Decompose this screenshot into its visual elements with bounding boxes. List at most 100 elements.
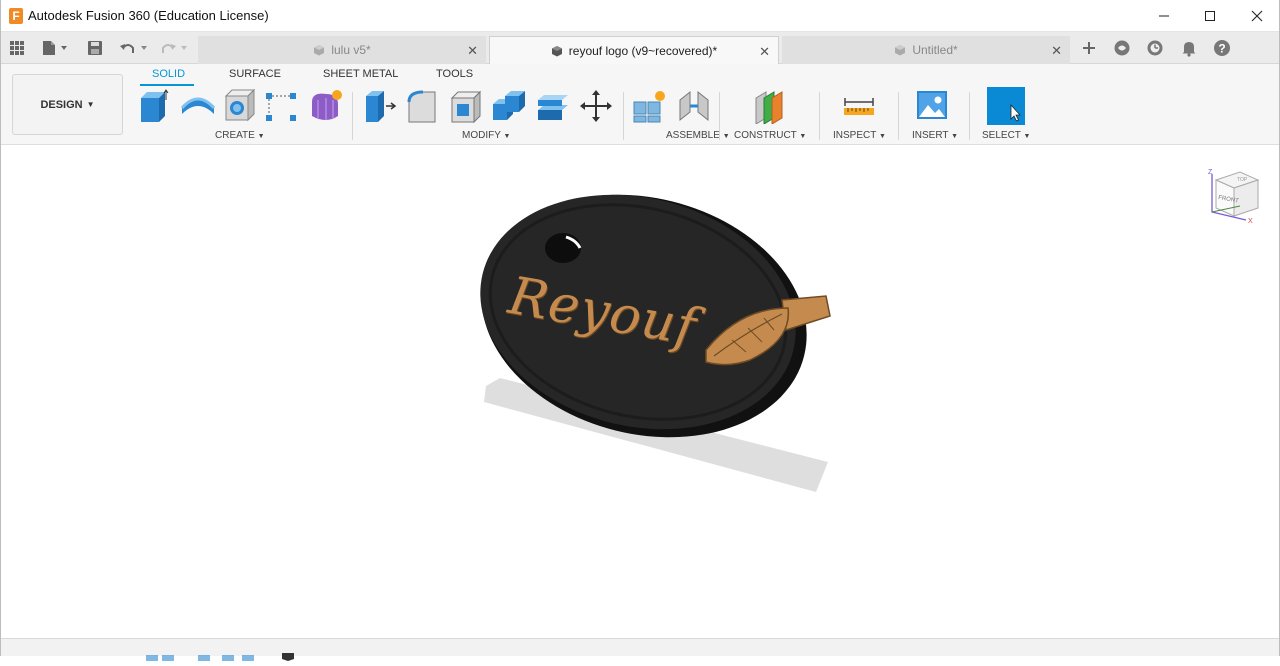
notifications-icon[interactable]: [1180, 38, 1198, 58]
construction-plane-icon: [755, 91, 783, 125]
select-button[interactable]: [987, 87, 1025, 125]
active-tab-indicator: [140, 84, 194, 86]
create-form-button[interactable]: [308, 88, 344, 124]
tab-close-icon[interactable]: ✕: [1051, 43, 1062, 59]
timeline-features[interactable]: [146, 648, 296, 661]
tab-label: lulu v5*: [331, 43, 371, 57]
tab-lulu-v5[interactable]: lulu v5* ✕: [198, 36, 486, 64]
tab-reyouf-logo[interactable]: reyouf logo (v9~recovered)* ✕: [489, 36, 779, 64]
file-icon: [43, 41, 67, 55]
chevron-down-icon: ▼: [86, 100, 95, 109]
maximize-icon: [1205, 11, 1215, 21]
ribbon-toolbar: DESIGN ▼ SOLID SURFACE SHEET METAL TOOLS: [0, 64, 1280, 145]
toolbar-separator: [352, 92, 353, 140]
save-icon: [88, 41, 102, 55]
combine-button[interactable]: [491, 88, 527, 124]
revolve-icon: [180, 97, 216, 114]
apps-grid-icon[interactable]: [7, 38, 27, 58]
fillet-button[interactable]: [405, 88, 441, 124]
revolve-button[interactable]: [180, 88, 216, 124]
move-copy-button[interactable]: [578, 88, 614, 124]
tab-tools[interactable]: TOOLS: [436, 68, 473, 80]
document-tab-strip: lulu v5* ✕ reyouf logo (v9~recovered)* ✕…: [0, 32, 1280, 64]
create-group-label[interactable]: CREATE ▼: [215, 130, 265, 141]
timeline-icons: [146, 653, 294, 661]
viewcube[interactable]: TOP FRONT Z X: [1206, 166, 1262, 228]
undo-button[interactable]: [118, 38, 150, 58]
form-icon: [312, 90, 342, 120]
tab-close-icon[interactable]: ✕: [467, 43, 478, 59]
tab-surface[interactable]: SURFACE: [229, 68, 281, 80]
hole-button[interactable]: [222, 88, 258, 124]
toolbar-separator: [719, 92, 720, 140]
extrude-box-icon: [141, 89, 169, 122]
offset-face-icon: [538, 95, 568, 120]
minimize-icon: [1159, 15, 1169, 17]
close-window-button[interactable]: [1234, 0, 1280, 32]
image-icon: [917, 91, 947, 119]
svg-text:TOP: TOP: [1237, 177, 1248, 183]
press-pull-button[interactable]: [362, 88, 398, 124]
joint-icon: [679, 90, 709, 122]
component-cube-icon: [894, 44, 906, 56]
tab-solid[interactable]: SOLID: [152, 68, 185, 80]
tab-label: Untitled*: [912, 43, 958, 57]
toolbar-separator: [623, 92, 624, 140]
tab-label: reyouf logo (v9~recovered)*: [568, 43, 718, 58]
tab-sheet-metal[interactable]: SHEET METAL: [323, 68, 398, 80]
toolbar-separator: [898, 92, 899, 140]
new-tab-icon[interactable]: [1080, 38, 1098, 58]
select-icon: [987, 87, 1025, 125]
shell-button[interactable]: [448, 88, 484, 124]
component-cube-icon: [313, 44, 325, 56]
undo-icon: [120, 44, 147, 53]
save-button[interactable]: [86, 38, 104, 58]
tab-close-icon[interactable]: ✕: [759, 44, 770, 60]
combine-icon: [493, 91, 525, 120]
toolbar-separator: [819, 92, 820, 140]
new-component-assemble-button[interactable]: [632, 88, 668, 124]
hole-icon: [224, 88, 256, 122]
svg-text:?: ?: [1218, 42, 1225, 56]
job-status-icon[interactable]: [1146, 38, 1164, 58]
rectangular-pattern-icon: [266, 93, 296, 121]
pattern-button[interactable]: [264, 88, 300, 124]
offset-plane-button[interactable]: [752, 88, 788, 125]
fusion-logo-icon: F: [9, 8, 23, 24]
workspace-label: DESIGN: [40, 98, 83, 111]
close-icon: [1251, 10, 1263, 22]
offset-face-button[interactable]: [535, 88, 571, 124]
viewcube-icon: TOP FRONT Z X: [1208, 169, 1260, 225]
new-component-button[interactable]: [135, 88, 171, 124]
assemble-group-label[interactable]: ASSEMBLE ▼: [666, 130, 730, 141]
construct-group-label[interactable]: CONSTRUCT ▼: [734, 130, 806, 141]
press-pull-icon: [366, 91, 397, 122]
workspace-switcher-button[interactable]: DESIGN ▼: [12, 74, 123, 135]
svg-text:X: X: [1248, 218, 1253, 225]
window-title: Autodesk Fusion 360 (Education License): [28, 8, 269, 23]
fillet-icon: [407, 90, 436, 123]
tab-untitled[interactable]: Untitled* ✕: [782, 36, 1070, 64]
extensions-icon[interactable]: [1113, 38, 1131, 58]
maximize-button[interactable]: [1187, 0, 1233, 32]
redo-icon: [162, 44, 187, 53]
file-menu-button[interactable]: [40, 38, 70, 58]
inspect-group-label[interactable]: INSPECT ▼: [833, 130, 886, 141]
modify-group-label[interactable]: MODIFY ▼: [462, 130, 510, 141]
shell-icon: [450, 90, 482, 124]
move-icon: [580, 90, 612, 122]
insert-canvas-button[interactable]: [915, 88, 951, 124]
toolbar-separator: [969, 92, 970, 140]
help-icon[interactable]: ?: [1213, 38, 1231, 58]
joint-button[interactable]: [676, 88, 712, 124]
measure-button[interactable]: [841, 88, 877, 124]
svg-text:Z: Z: [1208, 169, 1213, 176]
insert-group-label[interactable]: INSERT ▼: [912, 130, 958, 141]
new-component-icon: [633, 91, 665, 123]
title-bar: F Autodesk Fusion 360 (Education License…: [0, 0, 1280, 32]
redo-button[interactable]: [158, 38, 190, 58]
component-cube-icon: [551, 45, 563, 57]
minimize-button[interactable]: [1141, 0, 1187, 32]
select-group-label[interactable]: SELECT ▼: [982, 130, 1030, 141]
measure-icon: [844, 98, 874, 115]
